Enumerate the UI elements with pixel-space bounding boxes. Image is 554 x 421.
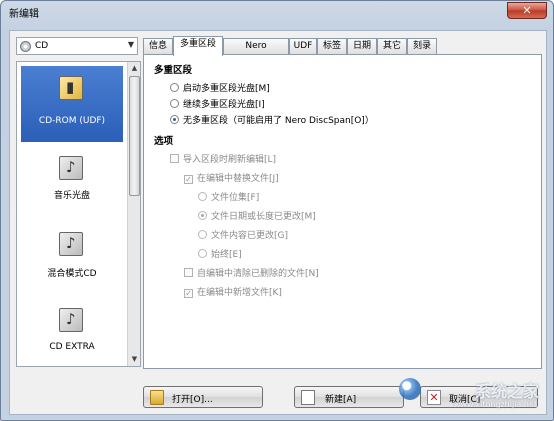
checkmark-icon: ✓ [184,175,193,184]
radio-file-attributes[interactable]: 文件位集[F] [198,190,259,203]
folder-open-icon [150,390,164,405]
new-button-label: 新建[A] [325,395,357,405]
radio-circle [170,83,179,92]
radio-circle [170,115,179,124]
type-list-scrollbar[interactable]: ▲ ▼ [127,62,140,366]
type-item-audio-cd[interactable]: ♪ 音乐光盘 [21,146,123,222]
multisession-panel: 多重区段 启动多重区段光盘[M] 继续多重区段光盘[I] 无多重区段（可能启用了… [143,54,542,369]
radio-circle [198,211,207,220]
radio-label: 无多重区段（可能启用了 Nero DiscSpan[O]） [183,116,374,126]
cd-rom-udf-icon: ▮ [59,76,83,100]
window-title: 新编辑 [9,9,39,20]
type-item-label: CD EXTRA [49,342,95,352]
type-item-cd-rom-udf[interactable]: ▮ CD-ROM (UDF) [21,66,129,142]
radio-continue-multisession[interactable]: 继续多重区段光盘[I] [170,97,265,110]
open-button[interactable]: 打开[O]... [143,386,263,408]
tab-nero-discspan[interactable]: Nero DiscSpan [223,38,289,66]
compilation-type-list: ▮ CD-ROM (UDF) ♪ 音乐光盘 ♪ 混合模式CD ♪ CD EXTR… [16,61,141,367]
type-item-label: CD-ROM (UDF) [38,116,106,126]
radio-no-multisession[interactable]: 无多重区段（可能启用了 Nero DiscSpan[O]） [170,113,374,126]
audio-cd-icon: ♪ [59,156,83,180]
watermark-url: www.xitongzhijia.net [453,400,537,409]
radio-circle [170,99,179,108]
checkbox-add-new[interactable]: ✓ 在编辑中新增文件[K] [184,285,282,298]
mixed-mode-cd-icon: ♪ [59,232,83,256]
cd-icon [20,41,31,52]
options-heading: 选项 [154,136,174,147]
watermark-logo-icon [399,378,421,400]
type-item-label: 音乐光盘 [53,191,90,201]
type-item-mixed-mode-cd[interactable]: ♪ 混合模式CD [21,222,123,298]
watermark-text: 系统之家 [474,382,539,401]
tab-misc[interactable]: 其它 [377,38,407,54]
new-compilation-dialog: 新编辑 ✕ CD ▼ ▮ CD-ROM (UDF) ♪ 音乐光盘 ♪ 混合模式C… [0,0,554,421]
scroll-down-arrow-icon[interactable]: ▼ [128,353,140,366]
checkbox-label: 在编辑中替换文件[J] [197,174,279,184]
type-item-cd-extra[interactable]: ♪ CD EXTRA [21,298,123,366]
checkbox-label: 在编辑中新增文件[K] [197,288,282,298]
title-bar: 新编辑 ✕ [1,1,553,25]
tab-multisession[interactable]: 多重区段 [173,36,223,56]
tab-burn[interactable]: 刻录 [407,38,437,54]
radio-label: 文件位集[F] [211,193,260,203]
checkbox-label: 导入区段时刷新编辑[L] [183,155,277,165]
dialog-client-area: CD ▼ ▮ CD-ROM (UDF) ♪ 音乐光盘 ♪ 混合模式CD ♪ CD… [9,30,547,415]
radio-label: 文件日期或长度已更改[M] [211,212,316,222]
radio-always[interactable]: 始终[E] [198,247,242,260]
checkbox-label: 自编辑中清除已删除的文件[N] [197,269,319,279]
new-document-icon [301,390,315,405]
disc-type-value: CD [35,41,49,51]
close-button[interactable]: ✕ [507,2,547,19]
tab-date[interactable]: 日期 [347,38,377,54]
radio-label: 文件内容已更改[G] [211,231,288,241]
radio-content-changed[interactable]: 文件内容已更改[G] [198,228,288,241]
watermark: 系统之家 www.xitongzhijia.net [399,376,539,416]
checkbox-box [170,154,179,163]
radio-label: 启动多重区段光盘[M] [183,84,270,94]
radio-start-multisession[interactable]: 启动多重区段光盘[M] [170,81,270,94]
open-button-label: 打开[O]... [172,395,213,405]
radio-date-or-length-changed[interactable]: 文件日期或长度已更改[M] [198,209,316,222]
cd-extra-icon: ♪ [59,308,83,332]
checkbox-import-refresh[interactable]: 导入区段时刷新编辑[L] [170,152,276,165]
tab-info[interactable]: 信息 [143,38,173,54]
scroll-thumb[interactable] [129,76,140,196]
multisession-heading: 多重区段 [154,65,193,76]
checkbox-replace-in-edit[interactable]: ✓ 在编辑中替换文件[J] [184,171,279,184]
disc-type-dropdown[interactable]: CD ▼ [16,37,138,55]
tab-label[interactable]: 标签 [317,38,347,54]
new-button[interactable]: 新建[A] [294,386,404,408]
radio-circle [198,230,207,239]
checkmark-icon: ✓ [184,289,193,298]
checkbox-remove-deleted[interactable]: 自编辑中清除已删除的文件[N] [184,266,319,279]
tab-udf[interactable]: UDF [289,38,317,54]
radio-circle [198,249,207,258]
scroll-up-arrow-icon[interactable]: ▲ [128,62,140,75]
radio-circle [198,192,207,201]
checkbox-box [184,268,193,277]
radio-label: 继续多重区段光盘[I] [183,100,265,110]
radio-label: 始终[E] [211,250,242,260]
chevron-down-icon: ▼ [127,40,134,49]
type-item-label: 混合模式CD [47,269,97,279]
